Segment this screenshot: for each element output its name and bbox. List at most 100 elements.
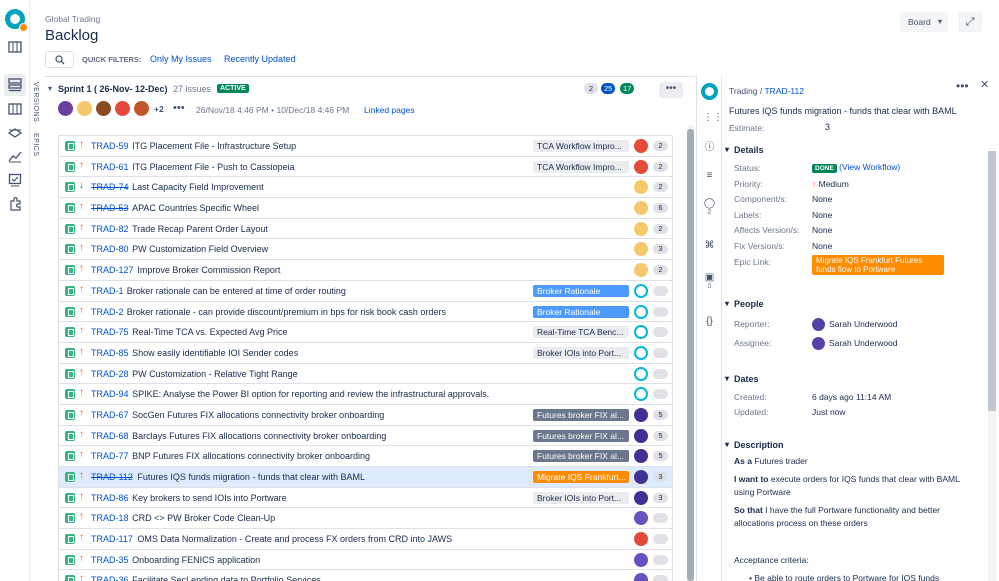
avatar[interactable] bbox=[634, 552, 648, 567]
table-row[interactable]: ↑ TRAD-18 CRD <> PW Broker Code Clean-Up bbox=[59, 508, 672, 530]
components-value[interactable]: None bbox=[812, 194, 832, 204]
issue-key-link[interactable]: TRAD-35 bbox=[91, 555, 129, 565]
board-icon[interactable] bbox=[8, 102, 22, 116]
avatar[interactable] bbox=[634, 242, 648, 257]
reporter-value[interactable]: Sarah Underwood bbox=[812, 318, 898, 331]
table-row[interactable]: ↑ TRAD-77 BNP Futures FIX allocations conn… bbox=[59, 446, 672, 467]
issue-key-link[interactable]: TRAD-67 bbox=[91, 410, 129, 420]
table-row[interactable]: ↑ TRAD-68 Barclays Futures FIX allocations… bbox=[59, 425, 672, 447]
scrollbar-thumb[interactable] bbox=[687, 129, 694, 581]
issue-key-link[interactable]: TRAD-18 bbox=[91, 513, 129, 523]
description-header[interactable]: Description bbox=[725, 440, 783, 450]
table-row[interactable]: ↓ TRAD-74 Last Capacity Field Improvement 2 bbox=[59, 177, 672, 199]
avatar[interactable] bbox=[634, 283, 648, 298]
drag-handle-icon[interactable]: ⋮⋮ bbox=[703, 112, 723, 123]
epic-link-badge[interactable]: Migrate IQS Frankfurt Futures funds flow… bbox=[812, 255, 944, 275]
breadcrumb[interactable]: Global Trading bbox=[45, 14, 100, 24]
table-row[interactable]: ↑ TRAD-28 PW Customization - Relative Tigh… bbox=[59, 363, 672, 385]
table-row[interactable]: ↑ TRAD-1 Broker rationale can be entered a… bbox=[59, 280, 672, 302]
epic-label[interactable]: Futures broker FIX al... bbox=[533, 408, 629, 421]
avatar[interactable] bbox=[58, 101, 73, 116]
issue-key-link[interactable]: TRAD-117 bbox=[91, 534, 133, 544]
people-header[interactable]: People bbox=[725, 299, 763, 309]
backlog-scrollbar[interactable] bbox=[687, 125, 694, 581]
table-row[interactable]: ↑ TRAD-35 Onboarding FENICS application bbox=[59, 549, 672, 571]
epic-label[interactable]: Broker Rationale bbox=[533, 305, 629, 318]
epics-tab[interactable]: EPICS bbox=[32, 133, 39, 157]
avatar[interactable] bbox=[634, 449, 648, 464]
avatar[interactable] bbox=[634, 221, 648, 236]
pages-icon[interactable] bbox=[8, 173, 22, 187]
roadmap-icon[interactable] bbox=[8, 40, 22, 54]
dates-header[interactable]: Dates bbox=[725, 374, 758, 384]
reports-icon[interactable] bbox=[8, 149, 22, 163]
table-row[interactable]: ↑ TRAD-61 ITG Placement File - Push to Cas… bbox=[59, 156, 672, 178]
scrollbar-thumb[interactable] bbox=[988, 151, 996, 411]
epic-label[interactable]: Broker IOIs into Port... bbox=[533, 491, 629, 504]
avatar[interactable] bbox=[134, 101, 149, 116]
table-row[interactable]: ↑ TRAD-82 Trade Recap Parent Order Layout 2 bbox=[59, 218, 672, 240]
avatar[interactable] bbox=[96, 101, 111, 116]
more-icon[interactable]: ••• bbox=[173, 102, 185, 114]
fullscreen-icon[interactable]: ⤢ bbox=[958, 12, 982, 32]
epic-label[interactable]: TCA Workflow Impro... bbox=[533, 160, 629, 173]
issue-key-link[interactable]: TRAD-86 bbox=[91, 493, 129, 503]
issue-key-link[interactable]: TRAD-28 bbox=[91, 369, 129, 379]
releases-icon[interactable] bbox=[7, 125, 23, 139]
table-row[interactable]: ↑ TRAD-2 Broker rationale - can provide di… bbox=[59, 301, 672, 323]
add-ons-icon[interactable] bbox=[8, 196, 22, 211]
table-row[interactable]: ↑ TRAD-86 Key brokers to send IOIs into Po… bbox=[59, 487, 672, 509]
linked-pages-link[interactable]: Linked pages bbox=[364, 105, 415, 115]
avatar[interactable] bbox=[634, 428, 648, 443]
avatar[interactable] bbox=[634, 470, 648, 484]
table-row[interactable]: ↑ TRAD-94 SPIKE: Analyse the Power BI opti… bbox=[59, 384, 672, 405]
avatar[interactable] bbox=[634, 387, 648, 402]
epic-label[interactable]: Futures broker FIX al... bbox=[533, 450, 629, 463]
issue-key-link[interactable]: TRAD-68 bbox=[91, 431, 129, 441]
issue-key-link[interactable]: TRAD-94 bbox=[91, 389, 129, 399]
comments-icon[interactable]: ◯ 2 bbox=[703, 198, 716, 216]
issue-key-link[interactable]: TRAD-112 bbox=[91, 472, 133, 482]
avatar[interactable] bbox=[634, 263, 648, 278]
fix-version-value[interactable]: None bbox=[812, 241, 832, 251]
description-i-want[interactable]: I want to execute orders for IQS funds t… bbox=[734, 473, 974, 498]
attachment-icon[interactable]: ⌘ bbox=[703, 240, 716, 251]
avatar[interactable] bbox=[634, 180, 648, 195]
project-link[interactable]: Trading bbox=[729, 86, 758, 96]
table-row[interactable]: ↑ TRAD-112 Futures IQS funds migration - f… bbox=[59, 467, 672, 488]
description-as-a[interactable]: As a Futures trader bbox=[734, 455, 974, 468]
info-icon[interactable]: ⓘ bbox=[703, 138, 716, 153]
issue-key-link[interactable]: TRAD-74 bbox=[91, 182, 129, 192]
table-row[interactable]: ↑ TRAD-117 OMS Data Normalization - Create… bbox=[59, 529, 672, 550]
table-row[interactable]: ↑ TRAD-53 APAC Countries Specific Wheel 6 bbox=[59, 198, 672, 219]
view-workflow-link[interactable]: (View Workflow) bbox=[839, 162, 900, 172]
avatar[interactable] bbox=[634, 532, 648, 547]
issue-key-link[interactable]: TRAD-53 bbox=[91, 203, 129, 213]
search-input[interactable] bbox=[45, 51, 74, 68]
details-header[interactable]: Details bbox=[725, 145, 763, 155]
quick-filter-recently-updated[interactable]: Recently Updated bbox=[224, 54, 296, 64]
priority-value[interactable]: ↑ Medium bbox=[812, 179, 849, 189]
issue-key-link[interactable]: TRAD-80 bbox=[91, 244, 129, 254]
assignee-value[interactable]: Sarah Underwood bbox=[812, 337, 898, 350]
avatar[interactable] bbox=[634, 139, 648, 153]
estimate-value[interactable]: 3 bbox=[825, 122, 830, 132]
avatar[interactable] bbox=[634, 573, 648, 581]
avatar[interactable] bbox=[115, 101, 130, 116]
status-badge[interactable]: DONE bbox=[812, 164, 837, 173]
issue-key-link[interactable]: TRAD-59 bbox=[91, 141, 129, 151]
avatar[interactable] bbox=[634, 201, 648, 216]
avatar[interactable] bbox=[77, 101, 92, 116]
table-row[interactable]: ↑ TRAD-80 PW Customization Field Overview 3 bbox=[59, 239, 672, 261]
description-so-that[interactable]: So that I have the full Portware functio… bbox=[734, 504, 974, 529]
avatar[interactable] bbox=[634, 345, 648, 360]
issue-key-link[interactable]: TRAD-85 bbox=[91, 348, 129, 358]
sprint-name[interactable]: Sprint 1 ( 26-Nov- 12-Dec) bbox=[58, 84, 168, 94]
epic-label[interactable]: Broker IOIs into Port... bbox=[533, 346, 629, 359]
epic-label[interactable]: Migrate IQS Frankfurt... bbox=[533, 471, 629, 483]
avatar[interactable] bbox=[634, 159, 648, 174]
issue-key-link[interactable]: TRAD-82 bbox=[91, 224, 129, 234]
table-row[interactable]: ↑ TRAD-127 Improve Broker Commission Repor… bbox=[59, 260, 672, 281]
issue-key-link[interactable]: TRAD-2 bbox=[91, 307, 124, 317]
issue-key-link[interactable]: TRAD-1 bbox=[91, 286, 124, 296]
